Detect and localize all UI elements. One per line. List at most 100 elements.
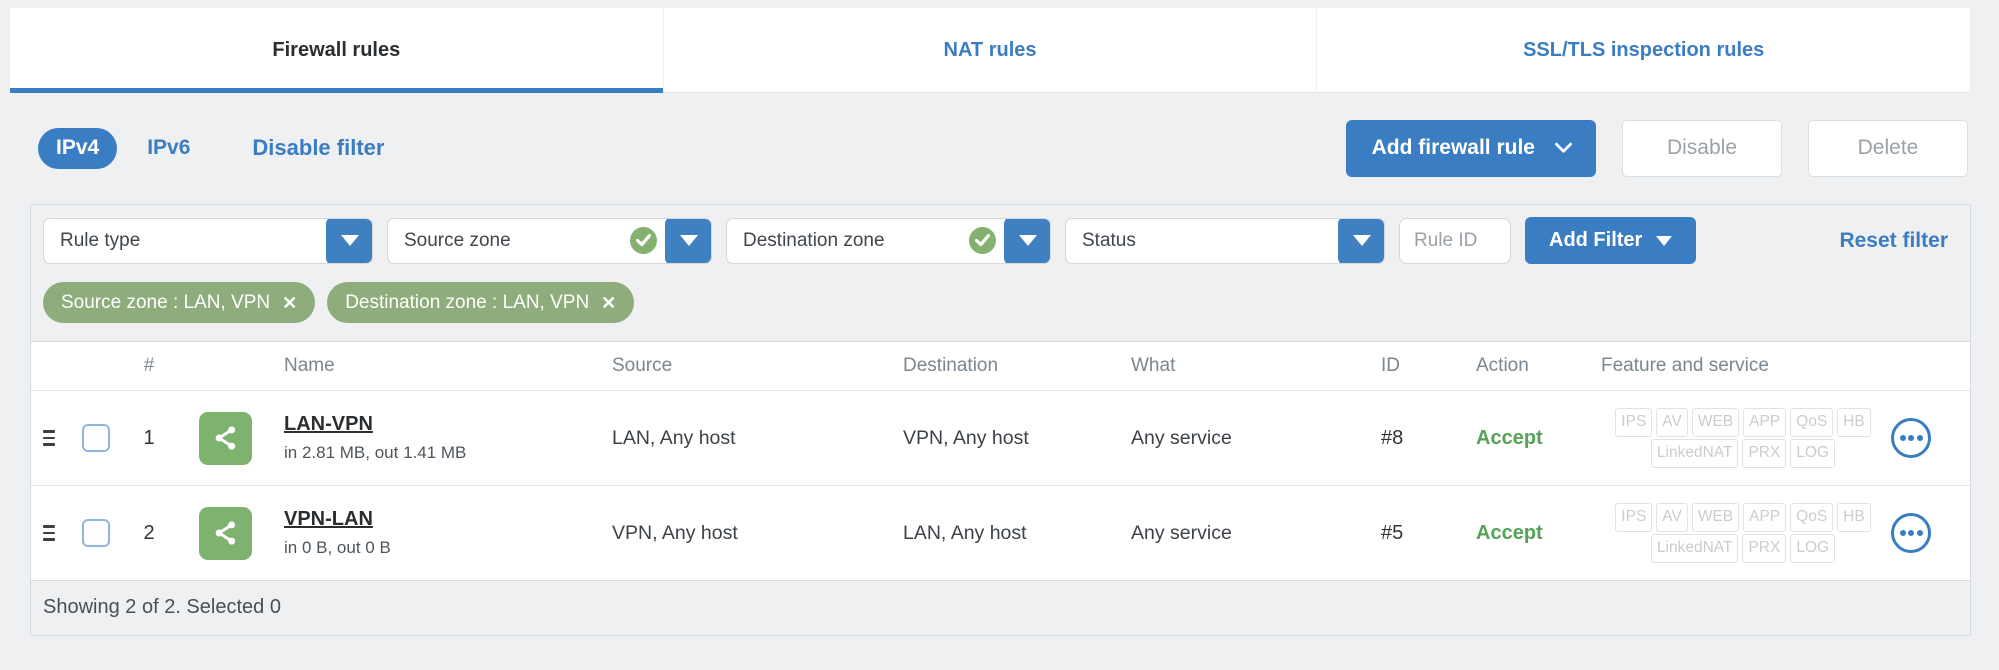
filter-row: Rule type Source zone Destination zone S… — [31, 205, 1970, 274]
rule-what: Any service — [1131, 426, 1232, 449]
tab-firewall-rules[interactable]: Firewall rules — [10, 8, 664, 93]
drag-handle-icon[interactable] — [31, 525, 57, 541]
disable-button[interactable]: Disable — [1622, 119, 1782, 177]
tab-label: SSL/TLS inspection rules — [1523, 38, 1765, 61]
rule-id-input[interactable] — [1399, 217, 1511, 264]
rule-source: LAN, Any host — [612, 426, 736, 449]
feature-tag: LinkedNAT — [1650, 439, 1739, 469]
feature-tag: QoS — [1790, 407, 1834, 437]
filter-chip-label: Destination zone : LAN, VPN — [345, 291, 590, 313]
rule-what: Any service — [1131, 521, 1232, 544]
close-icon[interactable]: ✕ — [601, 294, 616, 312]
feature-tags: IPS AV WEB APP QoS HB LinkedNAT PRX LOG — [1601, 407, 1891, 470]
feature-tag: LinkedNAT — [1650, 534, 1739, 564]
drag-handle-icon[interactable] — [31, 430, 57, 446]
add-filter-label: Add Filter — [1549, 229, 1643, 251]
rule-destination: LAN, Any host — [903, 521, 1027, 544]
delete-button[interactable]: Delete — [1808, 119, 1968, 177]
rule-type-dropdown[interactable]: Rule type — [43, 217, 373, 264]
table-row: 2 VPN-LAN in 0 B, out 0 B VPN, Any host … — [31, 485, 1970, 580]
chevron-down-icon[interactable] — [326, 218, 372, 263]
filter-chip-destination-zone: Destination zone : LAN, VPN ✕ — [327, 282, 635, 323]
tab-nat-rules[interactable]: NAT rules — [664, 8, 1318, 92]
row-number: 1 — [143, 426, 155, 449]
row-checkbox[interactable] — [82, 424, 110, 452]
rule-id: #5 — [1381, 521, 1404, 544]
table-header-row: # Name Source Destination What ID Action… — [31, 342, 1970, 390]
add-firewall-rule-button[interactable]: Add firewall rule — [1345, 119, 1596, 177]
table-footer: Showing 2 of 2. Selected 0 — [31, 580, 1970, 635]
disable-filter-link[interactable]: Disable filter — [252, 135, 384, 161]
header-destination: Destination — [903, 355, 999, 376]
row-number: 2 — [143, 521, 155, 544]
header-source: Source — [612, 355, 673, 376]
table-row: 1 LAN-VPN in 2.81 MB, out 1.41 MB LAN, A… — [31, 390, 1970, 485]
reset-filter-link[interactable]: Reset filter — [1839, 229, 1948, 253]
feature-tag: IPS — [1615, 407, 1653, 437]
rule-id: #8 — [1381, 426, 1404, 449]
feature-tag: APP — [1743, 407, 1787, 437]
ellipsis-icon[interactable] — [1891, 513, 1931, 553]
feature-tag: LOG — [1790, 439, 1836, 469]
rule-destination: VPN, Any host — [903, 426, 1029, 449]
feature-tag: APP — [1743, 502, 1787, 532]
chevron-down-icon — [1554, 134, 1573, 153]
status-dropdown-label: Status — [1082, 229, 1136, 251]
feature-tags: IPS AV WEB APP QoS HB LinkedNAT PRX LOG — [1601, 502, 1891, 565]
ipv6-toggle[interactable]: IPv6 — [147, 136, 190, 160]
chevron-down-icon[interactable] — [1004, 218, 1050, 263]
firewall-rules-table: # Name Source Destination What ID Action… — [31, 341, 1970, 580]
add-filter-button[interactable]: Add Filter — [1525, 217, 1697, 264]
add-firewall-rule-label: Add firewall rule — [1371, 136, 1535, 159]
filter-chip-source-zone: Source zone : LAN, VPN ✕ — [43, 282, 316, 323]
feature-tag: HB — [1837, 502, 1871, 532]
destination-zone-dropdown[interactable]: Destination zone — [726, 217, 1051, 264]
feature-tag: AV — [1656, 407, 1688, 437]
destination-zone-dropdown-label: Destination zone — [743, 229, 885, 251]
rule-traffic: in 2.81 MB, out 1.41 MB — [284, 443, 467, 462]
feature-tag: PRX — [1742, 439, 1787, 469]
chevron-down-icon[interactable] — [665, 218, 711, 263]
header-action: Action — [1476, 355, 1529, 376]
feature-tag: IPS — [1615, 502, 1653, 532]
chevron-down-icon — [1656, 235, 1673, 246]
rule-action: Accept — [1476, 521, 1543, 544]
firewall-rules-panel: Rule type Source zone Destination zone S… — [30, 204, 1971, 636]
feature-tag: HB — [1837, 407, 1871, 437]
toolbar-actions: Add firewall rule Disable Delete — [1345, 119, 1970, 177]
source-zone-dropdown-label: Source zone — [404, 229, 511, 251]
tab-bar: Firewall rules NAT rules SSL/TLS inspect… — [10, 8, 1970, 93]
filter-chips-row: Source zone : LAN, VPN ✕ Destination zon… — [31, 274, 1970, 341]
header-number: # — [143, 355, 155, 376]
rule-traffic: in 0 B, out 0 B — [284, 538, 391, 557]
feature-tag: WEB — [1691, 407, 1740, 437]
rule-action: Accept — [1476, 426, 1543, 449]
rule-type-dropdown-label: Rule type — [60, 229, 141, 251]
ipv4-toggle[interactable]: IPv4 — [38, 127, 118, 169]
close-icon[interactable]: ✕ — [282, 294, 297, 312]
chevron-down-icon[interactable] — [1338, 218, 1384, 263]
tab-label: Firewall rules — [272, 38, 401, 61]
share-icon — [199, 506, 252, 560]
header-id: ID — [1381, 355, 1400, 376]
tab-label: NAT rules — [943, 38, 1037, 61]
header-what: What — [1131, 355, 1176, 376]
source-zone-dropdown[interactable]: Source zone — [387, 217, 712, 264]
header-feature-and-service: Feature and service — [1601, 355, 1769, 376]
feature-tag: LOG — [1790, 534, 1836, 564]
toolbar: IPv4 IPv6 Disable filter Add firewall ru… — [38, 118, 1970, 178]
filter-chip-label: Source zone : LAN, VPN — [61, 291, 271, 313]
share-icon — [199, 411, 252, 465]
feature-tag: AV — [1656, 502, 1688, 532]
tab-ssl-tls-inspection-rules[interactable]: SSL/TLS inspection rules — [1317, 8, 1970, 92]
ellipsis-icon[interactable] — [1891, 418, 1931, 458]
row-checkbox[interactable] — [82, 519, 110, 547]
rule-name-link[interactable]: LAN-VPN — [284, 413, 373, 436]
check-icon — [969, 227, 996, 254]
header-name: Name — [284, 355, 335, 376]
rule-name-link[interactable]: VPN-LAN — [284, 508, 373, 531]
check-icon — [630, 227, 657, 254]
feature-tag: QoS — [1790, 502, 1834, 532]
feature-tag: WEB — [1691, 502, 1740, 532]
status-dropdown[interactable]: Status — [1065, 217, 1385, 264]
